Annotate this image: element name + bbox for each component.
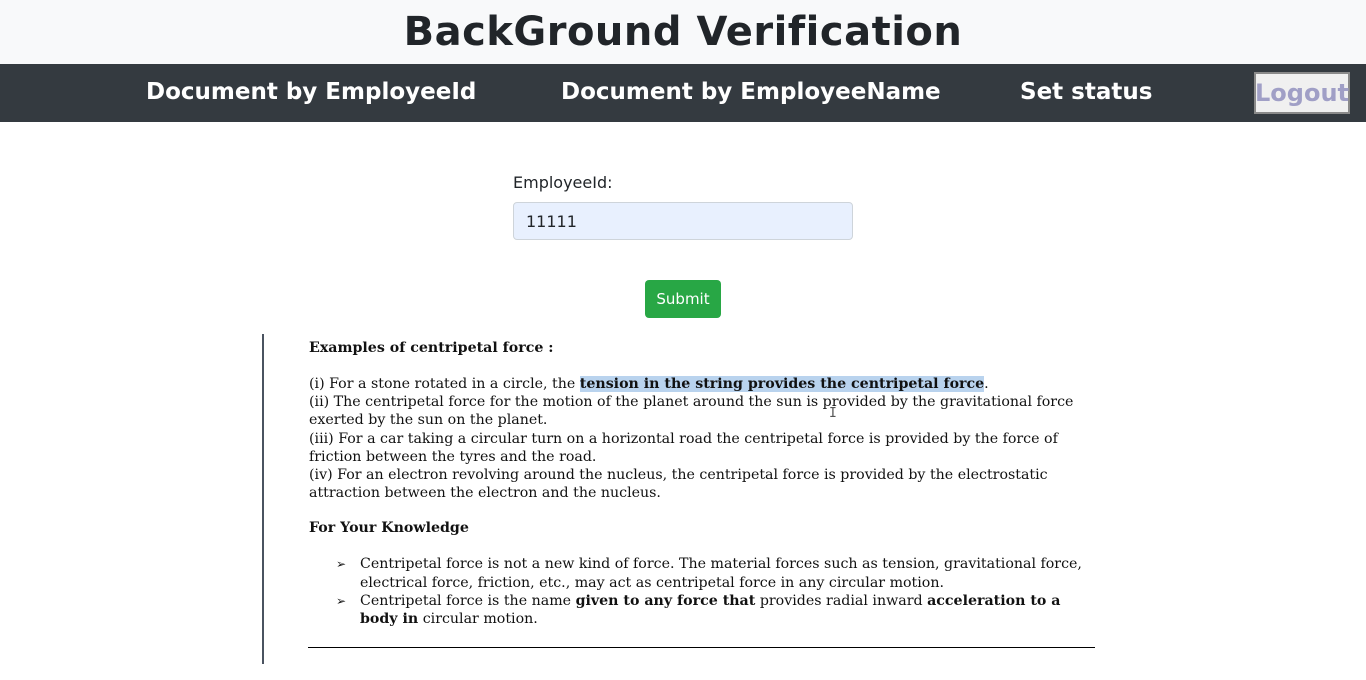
document-item-4: (iv) For an electron revolving around th… (309, 467, 1048, 502)
bullet-2-text-a: Centripetal force is the name (360, 592, 576, 609)
title-bar: BackGround Verification (0, 0, 1366, 64)
document-heading: Examples of centripetal force : (309, 340, 554, 356)
nav-document-by-employee-name[interactable]: Document by EmployeeName (561, 64, 941, 122)
document-item-2: (ii) The centripetal force for the motio… (309, 394, 1074, 429)
arrow-bullet-icon: ➢ (336, 593, 347, 608)
document-divider (308, 647, 1095, 648)
bullet-2-text-b: given to any force that (575, 592, 756, 609)
knowledge-list: ➢ Centripetal force is not a new kind of … (309, 555, 1094, 628)
nav-document-by-employee-id[interactable]: Document by EmployeeId (146, 64, 476, 122)
document-item-1: (i) For a stone rotated in a circle, the… (309, 375, 1094, 393)
document-item-3: (iii) For a car taking a circular turn o… (309, 430, 1058, 465)
bullet-2-text-e: circular motion. (418, 611, 538, 628)
nav-set-status[interactable]: Set status (1020, 64, 1152, 122)
document-content: Examples of centripetal force : (i) For … (309, 339, 1094, 628)
employee-id-input[interactable] (513, 202, 853, 240)
highlighted-text: tension in the string provides the centr… (579, 376, 985, 392)
list-item: ➢ Centripetal force is the name given to … (336, 592, 1094, 628)
employee-id-label: EmployeeId: (513, 173, 613, 192)
knowledge-heading: For Your Knowledge (309, 520, 469, 537)
page-title: BackGround Verification (403, 9, 963, 55)
item1-prefix: (i) For a stone rotated in a circle, the (309, 376, 580, 392)
item1-suffix: . (984, 376, 989, 392)
list-item: ➢ Centripetal force is not a new kind of … (336, 555, 1094, 591)
submit-button[interactable]: Submit (645, 280, 721, 318)
text-cursor-icon: I (829, 406, 837, 421)
bullet-1-text: Centripetal force is not a new kind of f… (360, 556, 1082, 591)
arrow-bullet-icon: ➢ (336, 557, 347, 572)
logout-button[interactable]: Logout (1254, 72, 1350, 114)
employee-id-form: EmployeeId: (513, 170, 853, 240)
navbar: Document by EmployeeId Document by Emplo… (0, 64, 1366, 122)
document-viewer: Examples of centripetal force : (i) For … (262, 334, 1104, 664)
bullet-2-text-c: provides radial inward (755, 592, 928, 609)
